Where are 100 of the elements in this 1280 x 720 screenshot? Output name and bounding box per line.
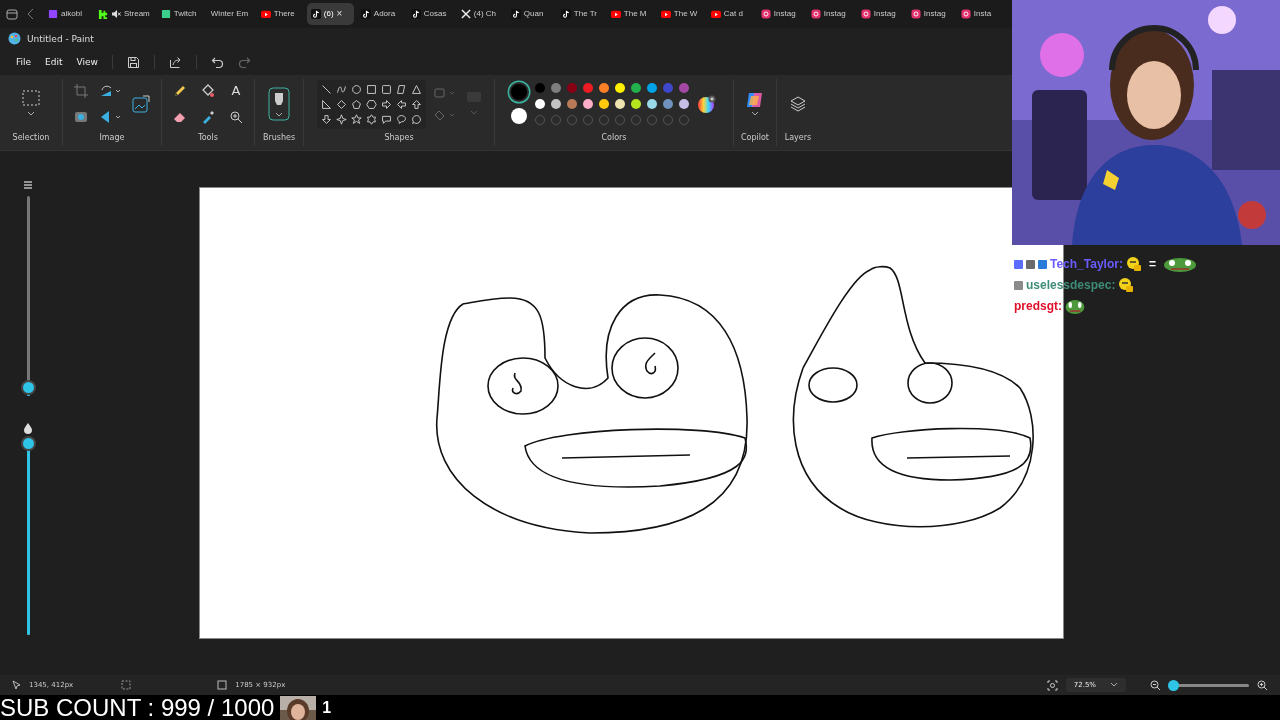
color-swatch[interactable] [615,99,625,110]
vertical-slider[interactable] [22,195,34,396]
shape-icon[interactable] [365,113,377,125]
tab-list-icon[interactable] [6,7,18,20]
save-icon[interactable] [126,55,140,69]
browser-tab[interactable]: aikobl [44,2,91,25]
cursor-icon [12,680,21,690]
pencil-icon[interactable] [173,84,187,99]
shape-icon[interactable] [320,83,332,95]
browser-tab[interactable]: Instag [906,2,954,25]
browser-tab[interactable]: Quan [506,2,554,25]
window-title: Untitled - Paint [27,33,94,44]
shape-icon[interactable] [350,98,362,110]
primary-color-swatch[interactable] [511,84,527,101]
shape-icon[interactable] [335,83,347,95]
shape-icon[interactable] [410,98,422,110]
color-swatch[interactable] [647,83,657,94]
browser-tab[interactable]: Instag [856,2,904,25]
menu-item[interactable]: File [16,57,32,68]
browser-tab[interactable]: There [256,2,304,25]
color-swatch[interactable] [551,99,561,110]
color-swatch[interactable] [679,99,689,110]
shape-icon[interactable] [380,83,392,95]
zoom-out-icon[interactable] [1150,679,1161,691]
browser-tab[interactable]: Stream [94,2,154,25]
shape-icon[interactable] [410,113,422,125]
browser-tab[interactable]: (6) × [306,2,354,25]
color-swatch[interactable] [583,83,593,94]
browser-tab[interactable]: Instag [756,2,804,25]
color-swatch[interactable] [583,99,593,110]
color-swatch[interactable] [567,99,577,110]
color-wheel-icon[interactable] [697,94,717,115]
shape-icon[interactable] [410,83,422,95]
shape-icon[interactable] [335,98,347,110]
app-logo-icon [48,8,58,19]
undo-icon[interactable] [210,55,224,69]
color-swatch[interactable] [663,99,673,110]
color-swatch[interactable] [535,83,545,94]
color-swatch[interactable] [599,99,609,110]
color-swatch[interactable] [551,83,561,94]
shape-icon[interactable] [320,113,332,125]
zoom-in-icon[interactable] [1257,679,1268,691]
color-swatch[interactable] [567,83,577,94]
browser-tab[interactable]: Insta [956,2,1004,25]
color-swatch[interactable] [679,83,689,94]
menu-item[interactable]: Edit [45,57,63,68]
color-swatch[interactable] [663,83,673,94]
browser-tab[interactable]: Instag [806,2,854,25]
browser-tab[interactable]: Twitch [156,2,204,25]
vertical-slider[interactable] [22,439,34,635]
muted-speaker-icon[interactable] [111,8,121,19]
shape-icon[interactable] [395,98,407,110]
browser-tab[interactable]: (4) Ch [456,2,504,25]
group-label: Tools [198,131,218,144]
browser-tab[interactable]: Cosas [406,2,454,25]
browser-tab[interactable]: The Tr [556,2,604,25]
shape-icon[interactable] [395,113,407,125]
color-swatch[interactable] [599,83,609,94]
browser-tab[interactable]: Cat d [706,2,754,25]
browser-tab[interactable]: The W [656,2,704,25]
browser-tab[interactable]: Winter Em [206,2,254,25]
fit-view-icon[interactable] [1046,679,1058,691]
text-tool-button[interactable]: A [231,84,241,99]
app-logo-icon [510,8,521,19]
shape-icon[interactable] [365,83,377,95]
browser-tab[interactable]: Adora [356,2,404,25]
share-icon[interactable] [168,55,182,69]
color-picker-icon[interactable] [201,110,215,125]
color-swatch[interactable] [615,83,625,94]
color-swatch[interactable] [631,99,641,110]
shape-icon[interactable] [335,113,347,125]
color-swatch[interactable] [535,99,545,110]
browser-tab[interactable]: The M [606,2,654,25]
eraser-icon[interactable] [173,110,187,125]
zoom-slider[interactable] [1169,679,1249,691]
shape-icon[interactable] [320,98,332,110]
shape-icon[interactable] [395,83,407,95]
resize-icon[interactable] [131,94,151,115]
shape-icon[interactable] [380,98,392,110]
crop-icon[interactable] [73,83,89,100]
app-logo-icon [560,8,571,19]
flip-icon[interactable] [99,109,123,126]
secondary-color-swatch[interactable] [511,108,527,125]
play-logo-icon [660,8,671,19]
brush-icon[interactable] [268,87,290,122]
fill-bucket-icon[interactable] [201,84,215,99]
color-swatch[interactable] [647,99,657,110]
shape-icon[interactable] [350,83,362,95]
shape-icon[interactable] [380,113,392,125]
menu-item[interactable]: View [76,57,98,68]
color-swatch[interactable] [631,83,641,94]
camera-logo-icon [860,8,871,19]
close-tab-button[interactable]: × [336,8,343,20]
app-logo-icon [98,8,108,19]
shape-icon[interactable] [350,113,362,125]
shape-icon[interactable] [365,98,377,110]
group-label: Colors [601,131,627,144]
magnifier-icon[interactable] [229,110,243,125]
layers-icon[interactable] [790,96,806,113]
redo-icon[interactable] [237,55,251,69]
